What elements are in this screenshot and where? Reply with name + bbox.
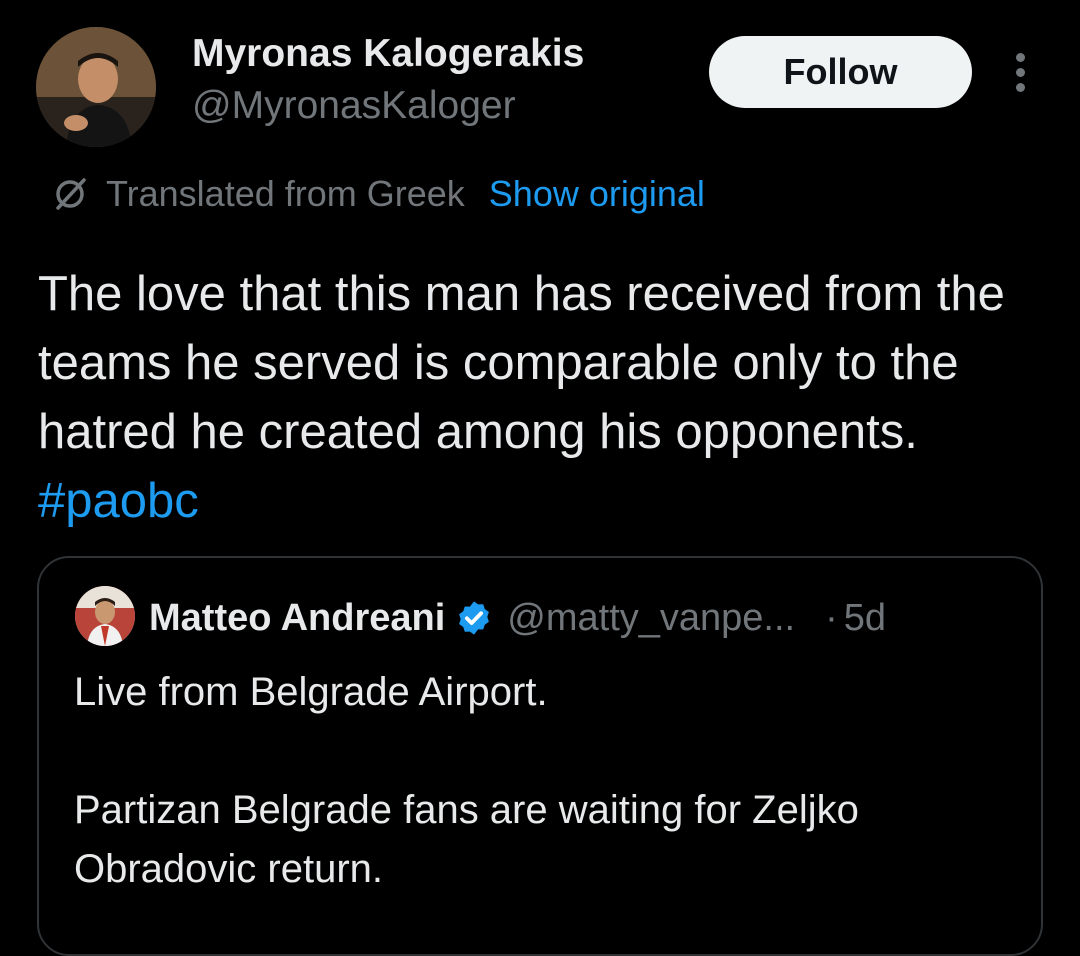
show-original-link[interactable]: Show original (489, 173, 705, 215)
author-avatar[interactable] (36, 27, 156, 147)
translation-row: Translated from Greek Show original (50, 172, 705, 216)
author-handle[interactable]: @MyronasKaloger (192, 84, 516, 128)
quote-header: Matteo Andreani @matty_vanpe... · 5d (149, 594, 886, 642)
separator-dot: · (825, 596, 838, 639)
dot (1015, 67, 1025, 77)
tweet-body: The love that this man has received from… (38, 267, 1005, 459)
quote-author-avatar[interactable] (75, 586, 135, 646)
hashtag-link[interactable]: #paobc (38, 474, 199, 528)
quote-author-name[interactable]: Matteo Andreani (149, 597, 445, 640)
dot (1015, 52, 1025, 62)
translate-icon (56, 178, 86, 210)
more-options-icon[interactable] (1004, 48, 1036, 96)
author-name[interactable]: Myronas Kalogerakis (192, 32, 584, 76)
quoted-tweet-card[interactable]: Matteo Andreani @matty_vanpe... · 5d Liv… (37, 556, 1043, 956)
dot (1015, 82, 1025, 92)
tweet-text: The love that this man has received from… (38, 260, 1048, 536)
follow-button[interactable]: Follow (709, 36, 972, 108)
quote-text: Live from Belgrade Airport. Partizan Bel… (74, 670, 859, 891)
translated-label: Translated from Greek (106, 173, 465, 214)
verified-badge-icon (459, 601, 490, 635)
quote-author-handle[interactable]: @matty_vanpe... (507, 597, 795, 640)
quote-timestamp[interactable]: 5d (844, 597, 886, 640)
